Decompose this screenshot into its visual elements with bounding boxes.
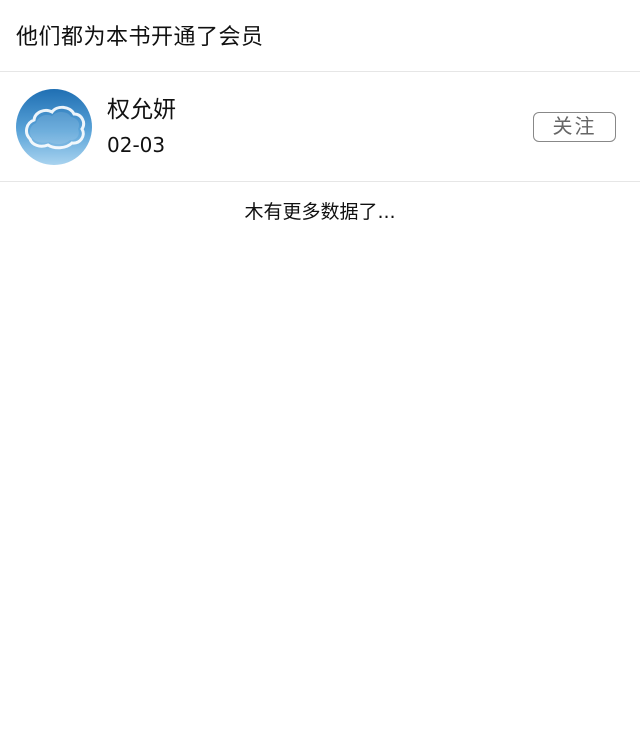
page-title: 他们都为本书开通了会员 [16, 25, 264, 50]
list-end-message: 木有更多数据了... [244, 201, 396, 223]
member-name: 权允妍 [107, 97, 176, 123]
page-header: 他们都为本书开通了会员 [0, 0, 640, 72]
member-date: 02-03 [107, 133, 166, 157]
cloud-sky-avatar-image [16, 89, 92, 165]
list-item[interactable]: 权允妍 02-03 关注 [0, 72, 640, 182]
avatar[interactable] [16, 89, 92, 165]
follow-button[interactable]: 关注 [533, 112, 616, 142]
